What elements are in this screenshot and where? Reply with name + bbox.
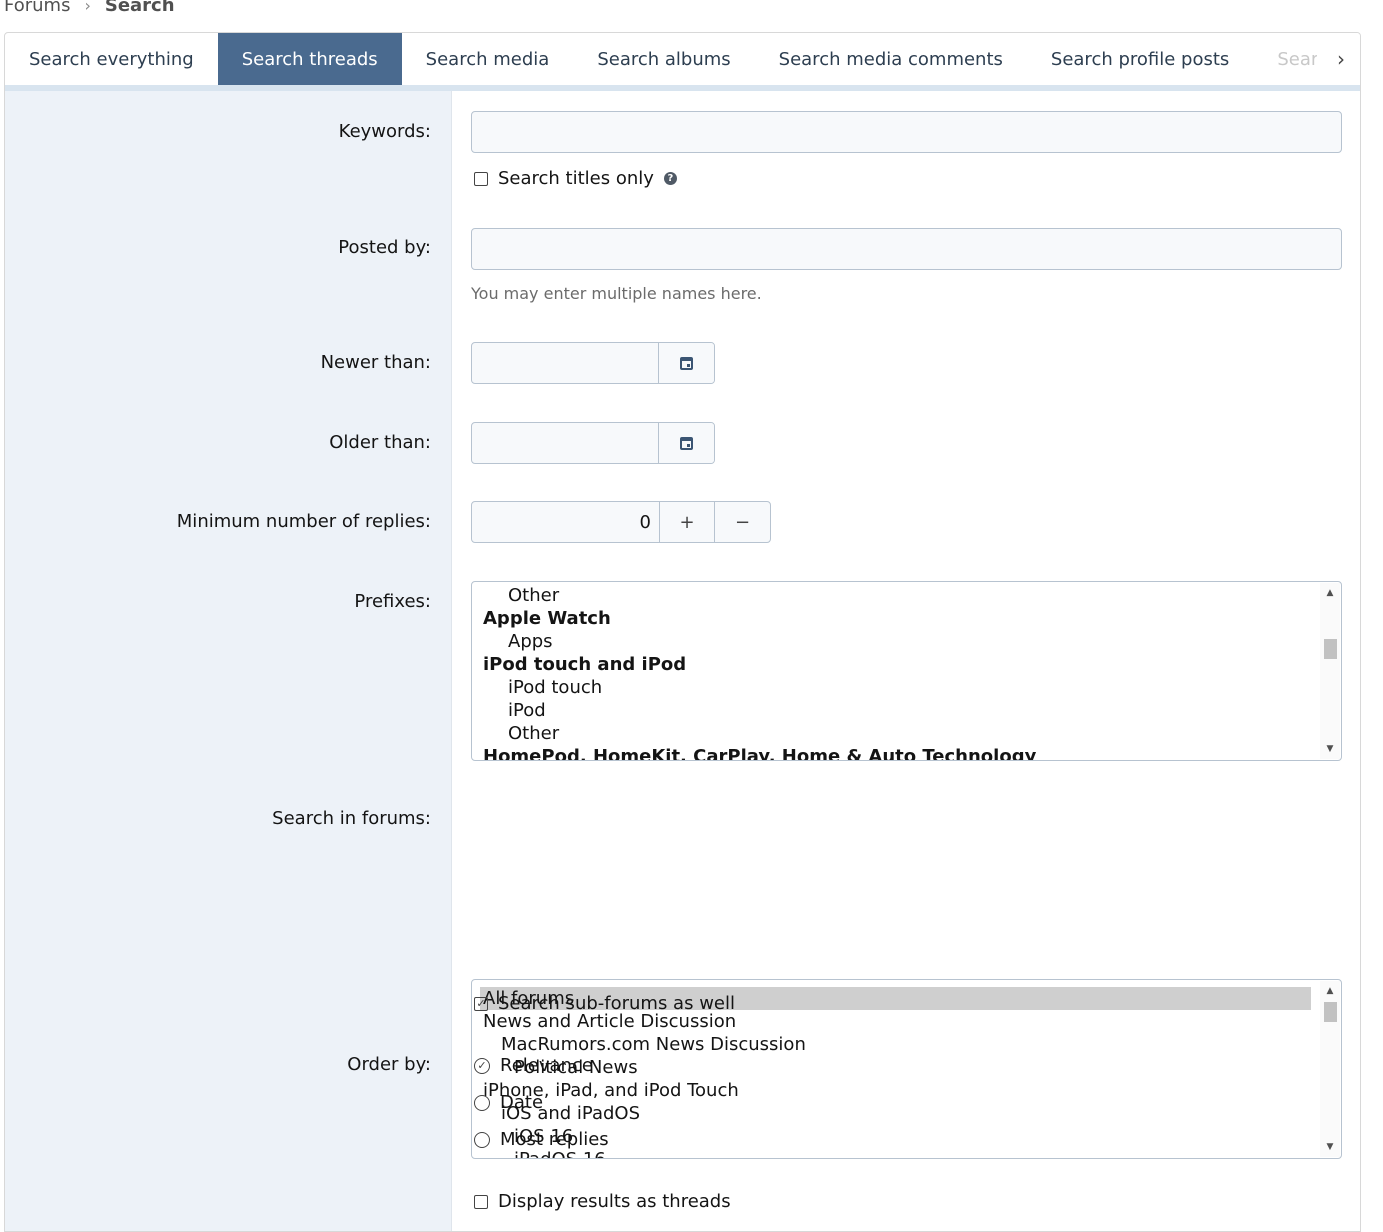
posted-by-input[interactable]: [471, 228, 1342, 270]
posted-by-label: Posted by:: [338, 237, 431, 258]
chevron-right-icon[interactable]: ›: [1322, 33, 1360, 85]
titles-only-checkbox[interactable]: [474, 171, 488, 186]
order-most-replies-label: Most replies: [500, 1129, 609, 1150]
list-item[interactable]: iPod touch: [483, 676, 1311, 699]
older-than-field[interactable]: [472, 423, 659, 463]
older-than-label: Older than:: [329, 432, 431, 453]
question-circle-icon[interactable]: ?: [663, 172, 677, 185]
scrollbar-thumb[interactable]: [1324, 1002, 1337, 1022]
subforums-checkbox[interactable]: ✓: [474, 996, 488, 1011]
tab-search-profile-posts[interactable]: Search profile posts: [1027, 33, 1253, 85]
order-date-label: Date: [500, 1092, 544, 1113]
order-most-replies-radio[interactable]: [474, 1131, 490, 1148]
breadcrumb: Forums › Search: [4, 0, 175, 16]
older-than-date-input: [471, 422, 715, 464]
list-item: iPod touch and iPod: [483, 654, 687, 675]
tab-search-media-comments[interactable]: Search media comments: [755, 33, 1027, 85]
newer-than-date-input: [471, 342, 715, 384]
label-column: Keywords: Posted by: Newer than: Older t…: [5, 91, 452, 1231]
scrollbar-thumb[interactable]: [1324, 639, 1337, 659]
list-item[interactable]: Other: [483, 584, 1311, 607]
search-in-forums-label: Search in forums:: [272, 808, 431, 829]
newer-than-field[interactable]: [472, 343, 659, 383]
increment-button[interactable]: +: [660, 502, 715, 542]
tab-search-everything[interactable]: Search everything: [5, 33, 218, 85]
list-item: HomePod, HomeKit, CarPlay, Home & Auto T…: [483, 746, 1037, 761]
order-most-replies-radio-row[interactable]: Most replies: [474, 1129, 609, 1150]
order-by-label: Order by:: [347, 1054, 431, 1075]
newer-than-label: Newer than:: [320, 352, 431, 373]
display-threads-checkbox[interactable]: [474, 1194, 488, 1209]
prefixes-scrollbar[interactable]: ▲ ▼: [1320, 583, 1340, 759]
order-date-radio[interactable]: [474, 1094, 490, 1111]
breadcrumb-current: Search: [104, 0, 175, 16]
keywords-input[interactable]: [471, 111, 1342, 153]
decrement-button[interactable]: −: [715, 502, 770, 542]
prefixes-label: Prefixes:: [354, 591, 431, 612]
order-relevance-label: Relevance: [500, 1055, 593, 1076]
newer-than-calendar-button[interactable]: [659, 343, 714, 383]
search-tabs: Search everything Search threads Search …: [5, 33, 1360, 91]
list-item[interactable]: Political News: [483, 1056, 1311, 1079]
breadcrumb-forums-link[interactable]: Forums: [4, 0, 70, 16]
tab-search-media[interactable]: Search media: [402, 33, 574, 85]
titles-only-label: Search titles only: [498, 168, 654, 189]
list-item[interactable]: iPod: [483, 699, 1311, 722]
list-item[interactable]: Other: [483, 722, 1311, 745]
calendar-icon: [680, 356, 693, 370]
prefixes-listbox[interactable]: Other Apple Watch Apps iPod touch and iP…: [471, 581, 1342, 761]
display-threads-label: Display results as threads: [498, 1191, 731, 1212]
breadcrumb-separator-icon: ›: [84, 0, 91, 15]
display-threads-checkbox-row[interactable]: Display results as threads: [474, 1191, 731, 1212]
search-panel: Search everything Search threads Search …: [4, 32, 1361, 1232]
list-item[interactable]: MacRumors.com News Discussion: [483, 1033, 1311, 1056]
tab-search-albums[interactable]: Search albums: [573, 33, 754, 85]
subforums-checkbox-row[interactable]: ✓ Search sub-forums as well: [474, 993, 735, 1014]
order-relevance-radio[interactable]: ✓: [474, 1057, 490, 1074]
order-relevance-radio-row[interactable]: ✓ Relevance: [474, 1055, 593, 1076]
list-item[interactable]: iPhone, iPad, and iPod Touch: [483, 1079, 1311, 1102]
min-replies-input[interactable]: 0: [472, 502, 660, 542]
keywords-label: Keywords:: [338, 121, 431, 142]
search-form: Keywords: Posted by: Newer than: Older t…: [5, 91, 1360, 1231]
scroll-down-icon[interactable]: ▼: [1320, 1139, 1340, 1155]
calendar-icon: [680, 436, 693, 450]
list-item[interactable]: iOS and iPadOS: [483, 1102, 1311, 1125]
order-date-radio-row[interactable]: Date: [474, 1092, 543, 1113]
older-than-calendar-button[interactable]: [659, 423, 714, 463]
min-replies-stepper: 0 + −: [471, 501, 771, 543]
min-replies-label: Minimum number of replies:: [176, 511, 431, 532]
tab-search-more[interactable]: Sear: [1253, 33, 1317, 85]
list-item[interactable]: Apps: [483, 630, 1311, 653]
list-item: Apple Watch: [483, 608, 611, 629]
scroll-up-icon[interactable]: ▲: [1320, 983, 1340, 999]
posted-by-hint: You may enter multiple names here.: [471, 284, 762, 303]
titles-only-checkbox-row[interactable]: Search titles only ?: [474, 168, 677, 189]
scroll-up-icon[interactable]: ▲: [1320, 585, 1340, 601]
scroll-down-icon[interactable]: ▼: [1320, 741, 1340, 757]
subforums-label: Search sub-forums as well: [498, 993, 735, 1014]
tab-search-threads[interactable]: Search threads: [217, 33, 402, 85]
forums-scrollbar[interactable]: ▲ ▼: [1320, 981, 1340, 1157]
